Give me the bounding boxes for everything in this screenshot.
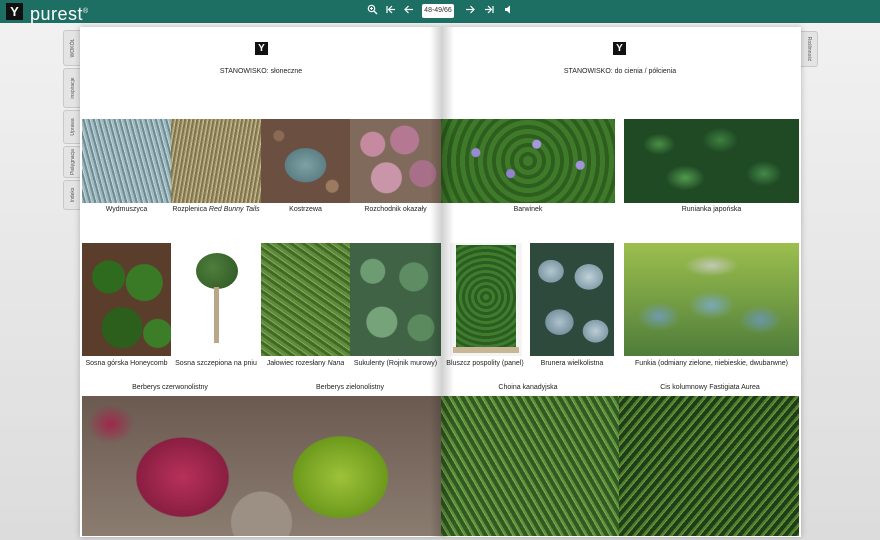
side-tab-roslinnosc[interactable]: Roślinność bbox=[801, 31, 818, 67]
side-tab-wokol[interactable]: WOKÓŁ bbox=[63, 30, 81, 66]
side-tab-label: inspiracje bbox=[69, 77, 76, 99]
caption-cultivar: Nana bbox=[327, 360, 345, 367]
photo-brunera bbox=[530, 243, 614, 356]
tree-crown bbox=[196, 253, 238, 289]
top-toolbar: Y purest® 48-49/66 bbox=[0, 0, 880, 24]
side-tab-label: Uprawa bbox=[69, 118, 76, 136]
caption-funkia: Funkia (odmiany zielone, niebieskie, dwu… bbox=[635, 360, 788, 367]
photo-rozplenica bbox=[171, 119, 261, 203]
side-tab-label: WOKÓŁ bbox=[69, 38, 76, 58]
prev-page-icon[interactable] bbox=[400, 4, 416, 19]
photo-jalowiec bbox=[261, 243, 350, 356]
caption-berberys-czerwony: Berberys czerwonolistny bbox=[132, 384, 208, 391]
photo-choina bbox=[441, 396, 619, 536]
side-tab-label: Roślinność bbox=[806, 36, 812, 62]
caption-runianka: Runianka japońska bbox=[681, 206, 742, 213]
tree-trunk bbox=[214, 287, 219, 343]
caption-rozchodnik: Rozchodnik okazały bbox=[364, 206, 427, 213]
side-tab-indeks[interactable]: Indeks bbox=[63, 180, 81, 210]
caption-kostrzewa: Kostrzewa bbox=[289, 206, 322, 213]
side-tab-uprawa[interactable]: Uprawa bbox=[63, 110, 81, 144]
photo-rozchodnik bbox=[350, 119, 441, 203]
caption-choina: Choina kanadyjska bbox=[498, 384, 558, 391]
page-logo-icon: Y bbox=[255, 42, 268, 55]
brand-name[interactable]: purest® bbox=[30, 0, 89, 24]
registered-mark: ® bbox=[83, 8, 89, 15]
photo-wydmuszyca bbox=[82, 119, 171, 203]
photo-bluszcz bbox=[450, 243, 522, 356]
caption-rozplenica: Rozplenica Red Bunny Tails bbox=[168, 206, 264, 214]
photo-sosna-gorska bbox=[82, 243, 171, 356]
photo-sosna-szczepiona bbox=[171, 243, 261, 356]
caption-jalowiec: Jałowiec rozesłany Nana bbox=[258, 360, 353, 368]
caption-wydmuszyca: Wydmuszyca bbox=[105, 206, 148, 213]
photo-funkia bbox=[624, 243, 799, 356]
caption-text: Rozplenica bbox=[172, 206, 209, 213]
photo-berberys bbox=[82, 396, 441, 536]
caption-barwinek: Barwinek bbox=[513, 206, 543, 213]
page-number-input[interactable]: 48-49/66 bbox=[422, 4, 454, 18]
page-logo-icon: Y bbox=[613, 42, 626, 55]
side-tab-label: Pielęgnacja bbox=[69, 149, 76, 175]
ivy-panel bbox=[456, 245, 516, 349]
brand-logo-icon[interactable]: Y bbox=[6, 3, 23, 20]
sound-icon[interactable] bbox=[500, 4, 516, 19]
photo-sukulenty bbox=[350, 243, 441, 356]
next-page-icon[interactable] bbox=[462, 4, 478, 19]
caption-bluszcz: Bluszcz pospolity (panel) bbox=[446, 360, 524, 367]
caption-sukulenty: Sukulenty (Rojnik murowy) bbox=[353, 360, 438, 367]
caption-cultivar: Red Bunny Tails bbox=[208, 206, 260, 213]
photo-runianka bbox=[624, 119, 799, 203]
caption-sosna-gorska: Sosna górska Honeycomb bbox=[85, 360, 168, 367]
caption-text: Jałowiec rozesłany bbox=[266, 360, 328, 367]
side-tab-label: Indeks bbox=[69, 187, 76, 203]
last-page-icon[interactable] bbox=[481, 4, 497, 19]
caption-cis: Cis kolumnowy Fastigiata Aurea bbox=[660, 384, 760, 391]
side-tab-inspiracje[interactable]: inspiracje bbox=[63, 68, 81, 108]
photo-cis bbox=[619, 396, 799, 536]
side-tab-pielegnacja[interactable]: Pielęgnacja bbox=[63, 146, 81, 178]
left-page-heading: STANOWISKO: słoneczne bbox=[219, 68, 303, 75]
caption-berberys-zielony: Berberys zielonolistny bbox=[315, 384, 385, 391]
zoom-in-icon[interactable] bbox=[364, 4, 380, 19]
right-page-heading: STANOWISKO: do cienia / półcienia bbox=[563, 68, 677, 75]
first-page-icon[interactable] bbox=[382, 4, 398, 19]
brand-name-text: purest bbox=[30, 4, 84, 24]
photo-barwinek bbox=[441, 119, 615, 203]
caption-brunera: Brunera wielkolistna bbox=[540, 360, 604, 367]
ivy-base bbox=[453, 347, 519, 353]
photo-kostrzewa bbox=[261, 119, 350, 203]
caption-sosna-szczepiona: Sosna szczepiona na pniu bbox=[175, 360, 257, 367]
